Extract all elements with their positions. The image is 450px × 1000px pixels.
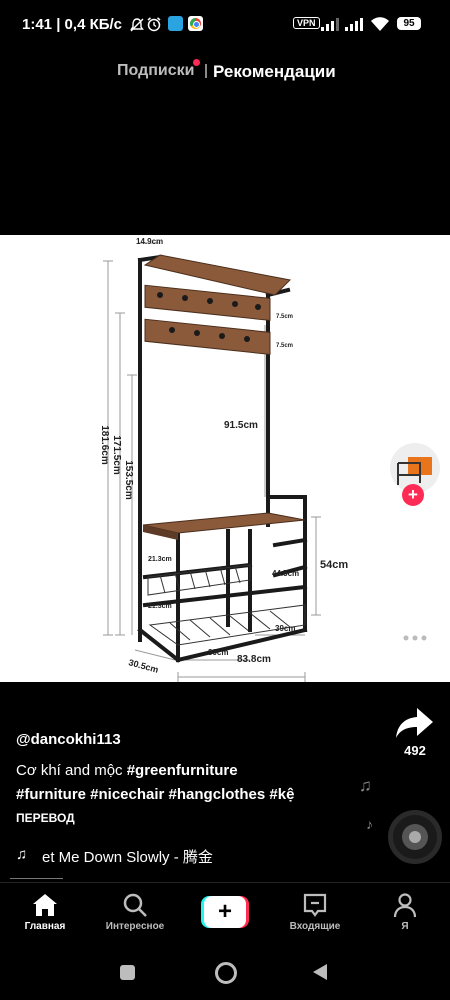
nav-discover-label: Интересное (105, 921, 165, 932)
nav-inbox[interactable]: Входящие (280, 892, 350, 932)
tab-following[interactable]: Подписки (117, 62, 194, 80)
alarm-icon (147, 17, 161, 32)
status-time: 1:41 | 0,4 КБ/с (22, 16, 123, 33)
translate-button[interactable]: ПЕРЕВОД (16, 811, 75, 825)
nav-discover[interactable]: Интересное (100, 892, 170, 932)
recents-button[interactable] (120, 965, 135, 980)
video-player[interactable]: 14.9cm 181.6cm 171.5cm 153.5cm 7.5cm 7.5… (0, 235, 450, 682)
nav-home-label: Главная (24, 921, 66, 932)
system-nav-bar (0, 948, 450, 1000)
chrome-icon (188, 16, 203, 31)
inbox-icon (303, 893, 327, 917)
mute-bell-icon (130, 18, 144, 32)
caption-text: Cơ khí and mộc (16, 762, 127, 779)
heart-icon[interactable] (393, 534, 437, 574)
wifi-icon (371, 17, 389, 31)
plus-icon: + (204, 896, 246, 928)
share-arrow-icon[interactable] (395, 706, 435, 740)
profile-icon (393, 893, 417, 918)
status-bar: 1:41 | 0,4 КБ/с VPN 95 (0, 0, 450, 50)
dim-shelf-gap-2: 21.3cm (148, 603, 172, 610)
home-icon (33, 894, 57, 916)
shares-count: 492 (404, 743, 426, 758)
messenger-icon (168, 16, 183, 31)
video-progress[interactable] (10, 878, 63, 879)
music-note-icon: ♫ (16, 846, 28, 863)
creator-username[interactable]: @dancokhi113 (16, 731, 121, 748)
dim-top-depth: 14.9cm (136, 237, 163, 246)
back-button[interactable] (312, 963, 328, 981)
dim-shelf-gap-1: 21.3cm (148, 556, 172, 563)
caption-hashtags[interactable]: #furniture #nicechair #hangclothes #kệ (16, 786, 294, 803)
battery-indicator: 95 (397, 17, 421, 30)
music-title[interactable]: et Me Down Slowly - 腾金 (42, 846, 227, 867)
comments-count: 3 (411, 667, 419, 682)
follow-button[interactable]: + (402, 484, 424, 506)
nav-inbox-label: Входящие (289, 921, 341, 932)
nav-divider (0, 882, 450, 883)
search-icon (123, 893, 147, 917)
nav-profile-label: Я (401, 921, 409, 932)
hashtag-greenfurniture[interactable]: #greenfurniture (127, 762, 238, 779)
dim-total-height: 181.6cm (99, 425, 110, 465)
tab-recommended[interactable]: Рекомендации (213, 62, 336, 82)
dim-bench-height: 54cm (320, 559, 348, 571)
nav-profile[interactable]: Я (375, 892, 435, 932)
comment-icon[interactable] (393, 620, 437, 662)
dim-depth: 30.5cm (127, 657, 159, 675)
dim-hook-spacing-2: 7.5cm (276, 343, 293, 349)
floating-note-small-icon: ♪ (366, 816, 373, 832)
signal-icon-2 (345, 18, 363, 31)
dim-total-width: 83.8cm (237, 654, 271, 665)
nav-home[interactable]: Главная (15, 892, 75, 932)
caption-line-1: Cơ khí and mộc #greenfurniture (16, 762, 238, 779)
vpn-badge: VPN (293, 17, 320, 29)
dim-half-width-left: 39cm (208, 648, 228, 657)
tab-separator (205, 64, 207, 78)
music-disc[interactable] (388, 810, 442, 864)
dim-half-width-right: 39cm (275, 624, 295, 633)
create-button[interactable]: + (201, 896, 249, 928)
new-content-dot (193, 59, 200, 66)
floating-note-icon: ♫ (359, 776, 372, 795)
home-system-button[interactable] (215, 962, 237, 984)
dim-clearance: 91.5cm (224, 420, 258, 431)
dim-pole-height: 171.5cm (111, 435, 122, 475)
dim-hook-spacing-1: 7.5cm (276, 314, 293, 320)
likes-count: 1790 (400, 579, 430, 594)
signal-icon-1 (321, 18, 339, 31)
dim-mid-height: 153.5cm (123, 460, 134, 500)
dim-bench-inner: 44.5cm (272, 569, 299, 578)
product-image: 14.9cm 181.6cm 171.5cm 153.5cm 7.5cm 7.5… (99, 237, 348, 682)
